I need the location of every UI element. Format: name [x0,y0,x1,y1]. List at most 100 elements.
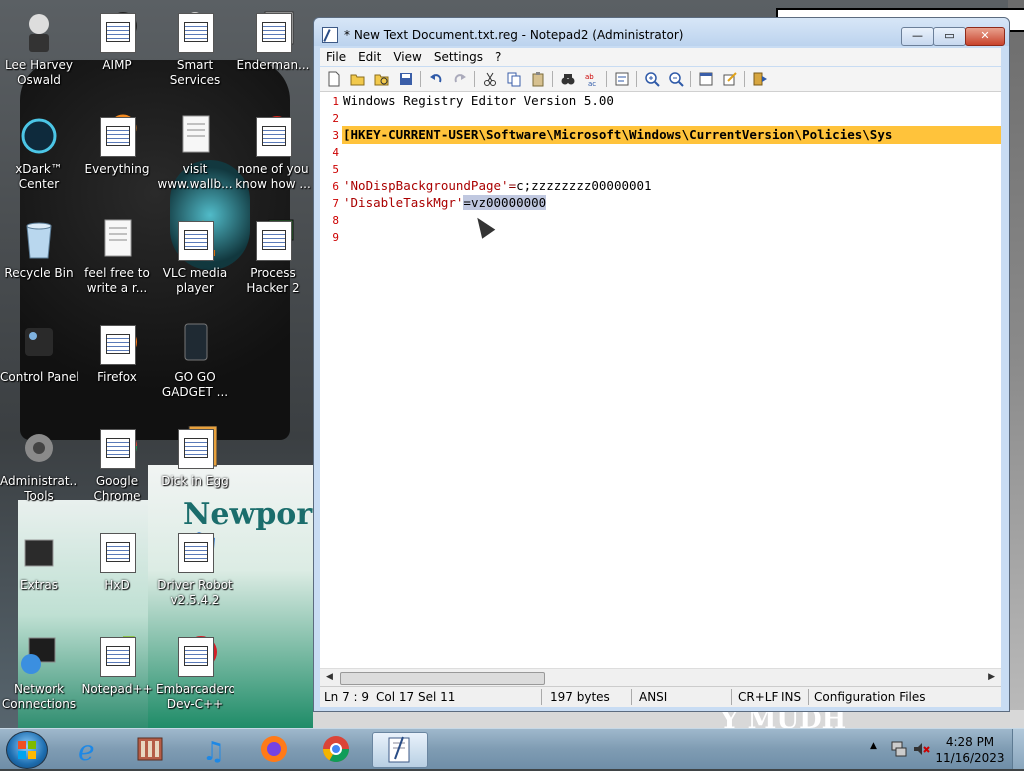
desktop-icon-label: Connections [1,697,77,711]
desktop-icon-feel-free[interactable]: feel free to write a r... [78,218,156,296]
desktop-icon-administrative-tools[interactable]: Administrat... Tools [0,426,78,504]
wallpaper-brand-text: Newport [183,497,326,532]
desktop-icon-network-connections[interactable]: Network Connections [0,634,78,712]
scroll-right-icon[interactable]: ▶ [988,672,995,682]
desktop-icon-xdark-center[interactable]: xDark™ Center [0,114,78,192]
menu-file[interactable]: File [320,48,352,66]
new-file-icon[interactable] [326,71,342,87]
desktop-icon-label: Process [250,266,296,280]
desktop-icon-visit-wallb[interactable]: visit www.wallb... [156,114,234,192]
desktop-icon-google-chrome[interactable]: Google Chrome [78,426,156,504]
menu-view[interactable]: View [387,48,427,66]
windows-logo-icon [18,741,36,759]
text-editor[interactable]: 1 2 3 4 5 6 7 8 9 Windows Registry Edito… [320,92,1001,668]
minimize-button[interactable]: — [901,27,934,46]
desktop-icon-label: Driver Robot [157,578,233,592]
taskbar-internet-explorer[interactable]: e [66,732,114,767]
menu-help[interactable]: ? [489,48,507,66]
code-line-7: 'DisableTaskMgr'=vz00000000 [343,195,547,210]
exit-icon[interactable] [752,71,768,87]
desktop-icon-dick-in-egg[interactable]: Dick in Egg [156,425,234,489]
recycle-bin-icon [17,218,61,262]
desktop-icon-label: feel free to [84,266,150,280]
start-button[interactable] [6,731,48,769]
desktop-icon-vlc[interactable]: VLC media player [156,218,234,296]
desktop-icon-none-of-you[interactable]: none of you know how ... [234,114,312,192]
replace-icon[interactable]: abac [584,71,600,87]
clock-date[interactable]: 11/16/2023 [930,751,1010,765]
notepad2-icon [388,736,410,763]
desktop-icon-notepad-plus-plus[interactable]: Notepad++ [78,634,156,697]
status-bar: Ln 7 : 9 Col 17 Sel 11 197 bytes ANSI CR… [320,686,1001,707]
menu-settings[interactable]: Settings [428,48,489,66]
desktop-icon-label: Everything [84,162,150,176]
desktop-icon-embarcadero-dev-cpp[interactable]: Embarcadero Dev-C++ [156,634,234,712]
menu-edit[interactable]: Edit [352,48,387,66]
word-wrap-icon[interactable] [614,71,630,87]
line-number: 4 [332,146,339,159]
taskbar-firefox[interactable] [250,732,298,766]
text-selection: =vz00000000 [463,195,547,210]
desktop-icon-control-panel[interactable]: Control Panel [0,322,78,385]
desktop-icon-enderman[interactable]: Enderman... [234,10,312,73]
customize-scheme-icon[interactable] [722,71,738,87]
volume-muted-icon[interactable] [912,740,930,758]
firefox-icon [95,322,139,366]
maximize-button[interactable]: ▭ [933,27,966,46]
show-hidden-icons-button[interactable]: ▲ [870,741,877,751]
status-scheme[interactable]: Configuration Files [814,690,926,704]
desktop-icon-hxd[interactable]: HxD [78,530,156,593]
browse-icon[interactable] [374,71,390,87]
scrollbar-thumb[interactable] [340,672,545,685]
scroll-left-icon[interactable]: ◀ [326,672,333,682]
undo-icon[interactable] [428,71,444,87]
zoom-in-icon[interactable] [644,71,660,87]
notepad2-window[interactable]: * New Text Document.txt.reg - Notepad2 (… [313,17,1010,712]
save-icon[interactable] [398,71,414,87]
desktop-icon-lee-harvey-oswald[interactable]: Lee Harvey Oswald [0,10,78,88]
document-icon [173,114,217,158]
desktop-icon-aimp[interactable]: AIMP [78,10,156,73]
status-insert-mode: INS [781,690,802,704]
desktop-icon-label: Administrat... [0,474,78,488]
desktop-icon-smart-services[interactable]: Smart Services [156,10,234,88]
taskbar-chrome[interactable] [312,732,360,766]
desktop-icon-recycle-bin[interactable]: Recycle Bin [0,218,78,281]
desktop-icon-label: Hacker 2 [246,281,300,295]
desktop-icon-driver-robot[interactable]: Driver Robot v2.5.4.2 [156,530,234,608]
line-number: 5 [332,163,339,176]
copy-icon[interactable] [506,71,522,87]
taskbar-app-2[interactable] [126,732,174,766]
notepad-icon [95,634,139,678]
title-bar[interactable]: * New Text Document.txt.reg - Notepad2 (… [314,18,1009,46]
folder-icon [17,530,61,574]
status-line-endings[interactable]: CR+LF [738,690,778,704]
desktop-icon-label: Embarcadero [156,682,234,696]
desktop-icon-label: Tools [24,489,54,503]
desktop-icon-everything[interactable]: Everything [78,114,156,177]
redo-icon[interactable] [452,71,468,87]
horizontal-scrollbar[interactable]: ◀ ▶ [320,668,1001,686]
status-selection: Sel 11 [418,690,456,704]
toolbar: ab ac [320,67,1001,92]
desktop-icon-firefox[interactable]: Firefox [78,322,156,385]
scheme-icon[interactable] [698,71,714,87]
close-button[interactable]: ✕ [965,27,1005,46]
clock-time[interactable]: 4:28 PM [930,735,1010,749]
zoom-out-icon[interactable] [668,71,684,87]
desktop-icon-process-hacker[interactable]: Process Hacker 2 [234,218,312,296]
line-number: 6 [332,180,339,193]
taskbar-notepad2[interactable] [372,732,428,768]
paste-icon[interactable] [530,71,546,87]
open-folder-icon[interactable] [350,71,366,87]
show-desktop-button[interactable] [1012,729,1024,769]
desktop-icon-extras[interactable]: Extras [0,530,78,593]
desktop-icon-label: Firefox [97,370,137,384]
desktop-icon-label: Recycle Bin [4,266,74,280]
cut-icon[interactable] [482,71,498,87]
desktop-icon-go-go-gadget[interactable]: GO GO GADGET ... [156,322,234,400]
network-status-icon[interactable] [890,740,908,758]
find-icon[interactable] [560,71,576,87]
status-encoding[interactable]: ANSI [639,690,667,704]
taskbar-itunes[interactable]: ♫ [188,732,236,767]
